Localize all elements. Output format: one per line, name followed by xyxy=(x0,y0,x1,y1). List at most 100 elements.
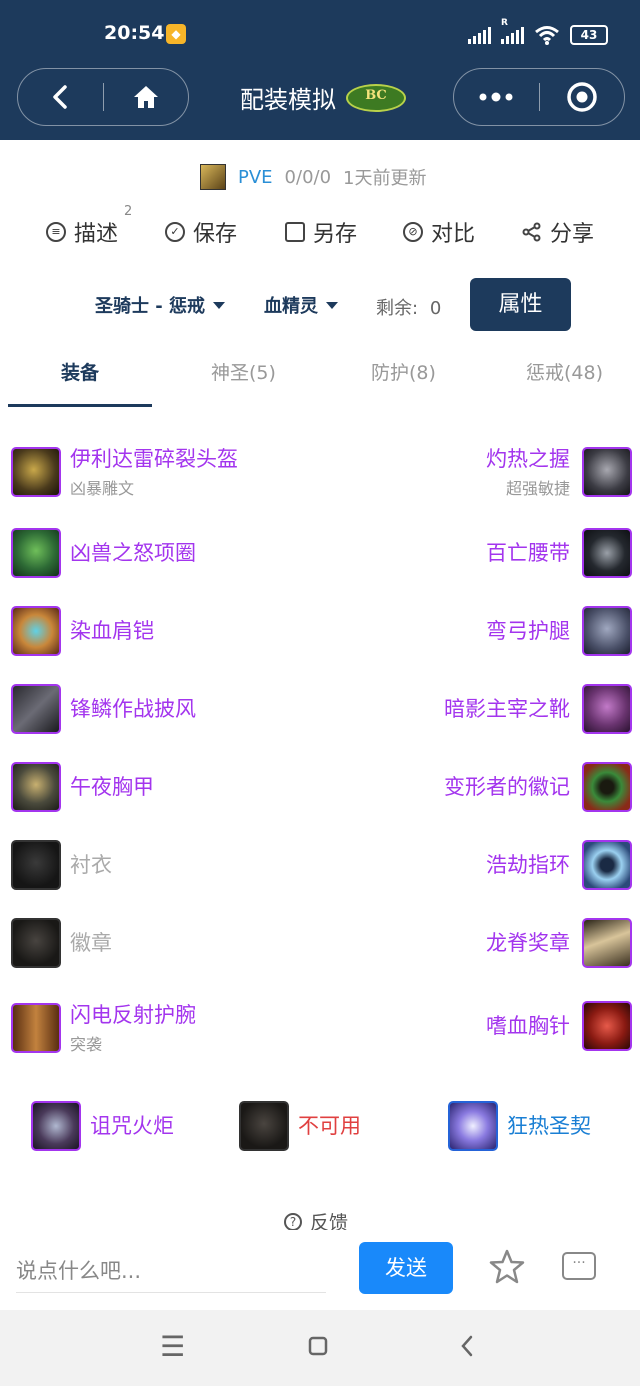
page-title-text: 配装模拟 xyxy=(240,86,336,114)
gear-slot-trinket[interactable]: 变形者的徽记 xyxy=(444,762,632,812)
help-icon: ? xyxy=(284,1212,302,1231)
gear-slot-trinket-3[interactable]: 嗜血胸针 xyxy=(486,1001,632,1051)
gear-slot-feet[interactable]: 暗影主宰之靴 xyxy=(444,684,632,734)
describe-button[interactable]: ≡ 描述 xyxy=(46,216,118,248)
brooch-icon xyxy=(582,1001,632,1051)
gear-slot-shirt[interactable]: 衬衣 xyxy=(11,840,112,890)
gear-slot-ring[interactable]: 浩劫指环 xyxy=(486,840,632,890)
gear-slot-head[interactable]: 伊利达雷碎裂头盔凶暴雕文 xyxy=(11,445,238,499)
gear-name: 浩劫指环 xyxy=(486,853,570,877)
gear-slot-legs[interactable]: 弯弓护腿 xyxy=(486,606,632,656)
build-selectors: 圣骑士 - 惩戒 血精灵 剩余: 0 属性 xyxy=(0,278,640,332)
gear-slot-hands[interactable]: 灼热之握 超强敏捷 xyxy=(486,445,632,499)
folder-icon xyxy=(285,222,305,242)
helmet-icon xyxy=(11,447,61,497)
comment-icon[interactable]: ··· xyxy=(562,1252,596,1280)
leggings-icon xyxy=(582,606,632,656)
tab-holy[interactable]: 神圣(5) xyxy=(211,358,276,385)
bc-logo: BC xyxy=(346,83,406,112)
tab-retribution[interactable]: 惩戒(48) xyxy=(526,358,603,385)
close-miniapp-button[interactable] xyxy=(540,69,625,125)
shirt-icon xyxy=(11,840,61,890)
star-icon[interactable] xyxy=(488,1248,526,1286)
race-value: 血精灵 xyxy=(264,296,318,317)
medal-icon xyxy=(582,918,632,968)
gear-name: 狂热圣契 xyxy=(507,1114,591,1138)
tab-bar: 装备 神圣(5) 防护(8) 惩戒(48) xyxy=(0,346,640,408)
gear-slot-back[interactable]: 锋鳞作战披风 xyxy=(11,684,196,734)
page-title: 配装模拟 BC xyxy=(240,80,406,115)
save-button[interactable]: ✓ 保存 xyxy=(165,216,237,248)
gear-slot-chest[interactable]: 午夜胸甲 xyxy=(11,762,154,812)
shield-icon xyxy=(239,1101,289,1151)
build-meta: PVE 0/0/0 1天前更新 xyxy=(200,164,427,190)
gear-name: 变形者的徽记 xyxy=(444,775,570,799)
wifi-icon xyxy=(535,26,559,45)
gear-slot-neck[interactable]: 凶兽之怒项圈 xyxy=(11,528,196,578)
gear-name: 午夜胸甲 xyxy=(70,775,154,799)
gear-name: 闪电反射护腕 xyxy=(70,1003,196,1027)
share-button[interactable]: 分享 xyxy=(522,216,594,248)
active-tab-indicator xyxy=(8,404,152,407)
remaining-points: 剩余: 0 xyxy=(376,294,441,320)
signal-icon xyxy=(468,26,491,44)
more-button[interactable] xyxy=(454,69,539,125)
caret-down-icon xyxy=(326,301,338,309)
save-as-label: 另存 xyxy=(313,222,358,247)
remaining-label: 剩余: xyxy=(376,298,419,319)
gear-slot-tabard[interactable]: 徽章 xyxy=(11,918,112,968)
spec-select[interactable]: 圣骑士 - 惩戒 xyxy=(95,292,226,318)
back-button[interactable] xyxy=(18,69,103,125)
send-button[interactable]: 发送 xyxy=(359,1242,453,1294)
gear-slot-trinket-2[interactable]: 龙脊奖章 xyxy=(486,918,632,968)
gauntlet-icon xyxy=(582,447,632,497)
home-nav-button[interactable] xyxy=(308,1336,328,1356)
bracer-icon xyxy=(11,1003,61,1053)
compare-icon: ⊘ xyxy=(403,222,423,242)
gear-name: 弯弓护腿 xyxy=(486,619,570,643)
gear-slot-waist[interactable]: 百亡腰带 xyxy=(486,528,632,578)
gear-name: 染血肩铠 xyxy=(70,619,154,643)
comment-input[interactable] xyxy=(16,1250,326,1293)
weapon-slot-main-hand[interactable]: 诅咒火炬 xyxy=(31,1101,174,1151)
gear-name: 龙脊奖章 xyxy=(486,931,570,955)
gear-name: 伊利达雷碎裂头盔 xyxy=(70,447,238,471)
more-dots-icon xyxy=(479,92,513,102)
roaming-mark: R xyxy=(501,18,508,28)
weapon-slot-off-hand[interactable]: 不可用 xyxy=(239,1101,361,1151)
chestplate-icon xyxy=(11,762,61,812)
home-button[interactable] xyxy=(104,69,189,125)
shoulder-icon xyxy=(11,606,61,656)
weapon-slot-relic[interactable]: 狂热圣契 xyxy=(448,1101,591,1151)
attributes-button[interactable]: 属性 xyxy=(470,278,571,331)
gear-name: 嗜血胸针 xyxy=(486,1014,570,1038)
tabard-icon xyxy=(11,918,61,968)
save-as-button[interactable]: 另存 xyxy=(285,216,357,248)
gear-name: 暗影主宰之靴 xyxy=(444,697,570,721)
gear-name: 徽章 xyxy=(70,931,112,955)
gear-name: 锋鳞作战披风 xyxy=(70,697,196,721)
gear-slot-wrist[interactable]: 闪电反射护腕 突袭 xyxy=(11,1001,196,1055)
header-bar: 20:54 ◆ R 43 配装模拟 BC xyxy=(0,0,640,140)
spec-icon xyxy=(200,164,226,190)
recent-apps-button[interactable]: ☰ xyxy=(160,1332,185,1362)
system-nav-bar: ☰ xyxy=(0,1310,640,1386)
gear-slot-shoulder[interactable]: 染血肩铠 xyxy=(11,606,154,656)
gear-name: 不可用 xyxy=(298,1114,361,1138)
menu-capsule xyxy=(453,68,625,126)
caret-down-icon xyxy=(213,301,226,309)
race-select[interactable]: 血精灵 xyxy=(264,292,338,318)
compare-button[interactable]: ⊘ 对比 xyxy=(403,216,475,248)
back-nav-button[interactable] xyxy=(460,1334,474,1358)
compare-label: 对比 xyxy=(431,222,476,247)
target-icon xyxy=(567,82,597,112)
action-bar: ≡ 描述 ✓ 保存 另存 ⊘ 对比 分享 xyxy=(0,216,640,256)
mode-label[interactable]: PVE xyxy=(238,167,273,188)
boots-icon xyxy=(582,684,632,734)
save-label: 保存 xyxy=(193,222,238,247)
libram-icon xyxy=(448,1101,498,1151)
tab-protection[interactable]: 防护(8) xyxy=(371,358,436,385)
gear-enchant: 凶暴雕文 xyxy=(70,479,135,498)
back-arrow-icon xyxy=(53,85,67,109)
tab-equipment[interactable]: 装备 xyxy=(61,358,99,385)
